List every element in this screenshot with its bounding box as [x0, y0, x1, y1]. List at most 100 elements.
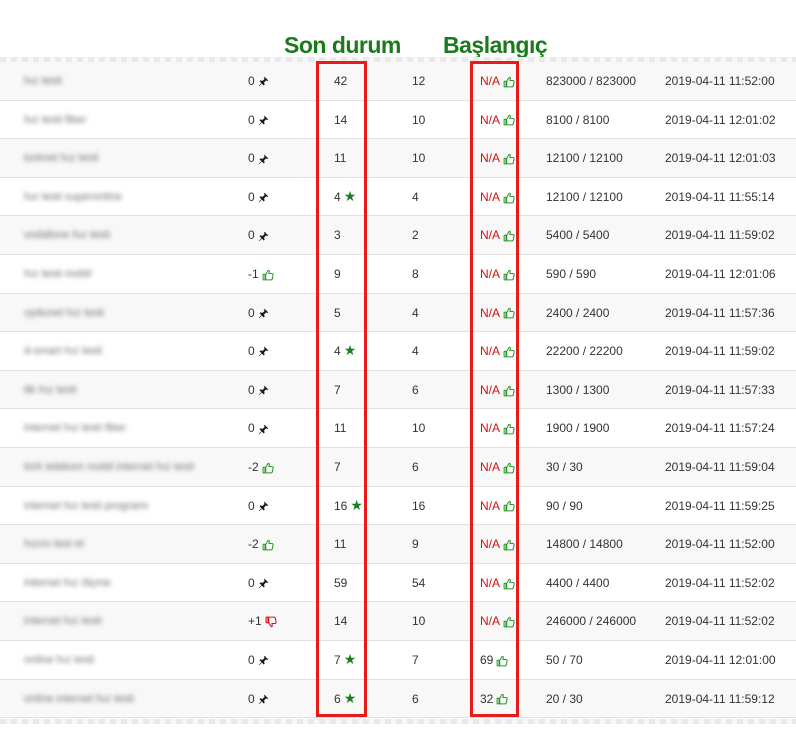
table-row[interactable]: hız testi mobil -1 9 8 N/A 590 / 590 2019-04-1…	[0, 254, 796, 294]
keyword-cell[interactable]: internet hız testi fiber	[24, 409, 126, 447]
rank-change-cell: 0	[248, 487, 269, 525]
pin-icon	[258, 578, 269, 589]
previous-rank-cell: 16	[412, 498, 426, 513]
last-check-date-cell: 2019-04-11 12:01:03	[665, 151, 776, 166]
search-volume-cell: 246000 / 246000	[546, 614, 637, 629]
last-check-date-cell: 2019-04-11 12:01:02	[665, 112, 776, 127]
rank-change-cell: -2	[248, 525, 274, 563]
previous-rank-cell: 4	[412, 344, 419, 359]
last-check-date-cell: 2019-04-11 11:55:14	[665, 189, 775, 204]
rank-change-cell: -1	[248, 255, 274, 293]
keyword-cell[interactable]: ttk hız testi	[24, 371, 77, 409]
table-row[interactable]: internet hız testi fiber 0 11 10 N/A 1900 / 1…	[0, 409, 796, 448]
rank-change-cell: 0	[248, 216, 269, 254]
rank-change-value: 0	[248, 151, 255, 166]
last-check-date-cell: 2019-04-11 12:01:06	[665, 266, 776, 281]
keyword-cell[interactable]: vodafone hız testi	[24, 216, 110, 254]
search-volume-cell: 2400 / 2400	[546, 305, 610, 320]
search-volume-cell: 590 / 590	[546, 266, 597, 281]
table-row[interactable]: hız testi fiber 0 14 10 N/A 8100 / 8100 2019-0…	[0, 100, 796, 140]
keyword-cell[interactable]: hız testi superonline	[24, 178, 122, 216]
rank-change-cell: 0	[248, 62, 269, 100]
keyword-cell[interactable]: türk telekom mobil internet hız testi	[24, 448, 194, 486]
pin-icon	[258, 115, 269, 126]
rank-change-value: -2	[248, 537, 259, 552]
thumbs-up-icon	[262, 269, 274, 281]
previous-rank-cell: 4	[412, 305, 419, 320]
keyword-cell[interactable]: hız testi	[24, 62, 62, 100]
search-volume-cell: 1300 / 1300	[546, 382, 610, 397]
rank-change-cell: 0	[248, 139, 269, 177]
table-row[interactable]: türk telekom mobil internet hız testi -2 7…	[0, 447, 796, 487]
keyword-cell[interactable]: uydunet hız testi	[24, 294, 104, 332]
keyword-cell[interactable]: hızını test et	[24, 525, 84, 563]
previous-rank-cell: 6	[412, 382, 419, 397]
thumbs-down-icon	[265, 616, 277, 628]
search-volume-cell: 90 / 90	[546, 498, 583, 513]
table-row[interactable]: ttk hız testi 0 7 6 N/A 1300 / 1300 2019-04-11…	[0, 370, 796, 410]
table-row[interactable]: internet hız testi programı 0 16 ★ 16 N/A 90 /…	[0, 486, 796, 526]
last-check-date-cell: 2019-04-11 11:52:00	[665, 74, 775, 88]
last-check-date-cell: 2019-04-11 11:59:02	[665, 344, 775, 359]
son-durum-annotation: Son durum	[284, 32, 401, 58]
table-row[interactable]: vodafone hız testi 0 3 2 N/A 5400 / 5400 2019-…	[0, 216, 796, 255]
rank-change-cell: 0	[248, 409, 269, 447]
pin-icon	[258, 655, 269, 666]
search-volume-cell: 22200 / 22200	[546, 344, 623, 359]
table-row[interactable]: online internet hız testi 0 6 ★ 6 32 20 / 30 20…	[0, 679, 796, 719]
search-volume-cell: 1900 / 1900	[546, 421, 610, 436]
last-check-date-cell: 2019-04-11 11:52:02	[665, 614, 775, 629]
pin-icon	[258, 231, 269, 242]
table-row[interactable]: hız testi 0 42 12 N/A 823000 / 823000 2019-04-…	[0, 62, 796, 101]
keyword-cell[interactable]: turknet hız testi	[24, 139, 99, 177]
previous-rank-cell: 9	[412, 537, 419, 552]
table-row[interactable]: online hız testi 0 7 ★ 7 69 50 / 70 2019-04-11 …	[0, 640, 796, 680]
rank-change-cell: 0	[248, 680, 269, 718]
pin-icon	[258, 308, 269, 319]
table-row[interactable]: d-smart hız testi 0 4 ★ 4 N/A 22200 / 22200 201…	[0, 332, 796, 371]
keyword-cell[interactable]: internet hız testi programı	[24, 487, 149, 525]
table-row[interactable]: hızını test et -2 11 9 N/A 14800 / 14800 2019-…	[0, 525, 796, 564]
table-row[interactable]: turknet hız testi 0 11 10 N/A 12100 / 12100 20…	[0, 139, 796, 178]
son-durum-highlight-box	[316, 61, 367, 717]
table-row[interactable]: internet hız ölçme 0 59 54 N/A 4400 / 4400 201…	[0, 563, 796, 603]
rank-change-value: 0	[248, 305, 255, 320]
search-volume-cell: 14800 / 14800	[546, 537, 623, 552]
keyword-cell[interactable]: internet hız testi	[24, 602, 102, 640]
previous-rank-cell: 7	[412, 652, 419, 667]
rank-change-cell: 0	[248, 371, 269, 409]
rank-change-value: 0	[248, 228, 255, 243]
rank-change-cell: -2	[248, 448, 274, 486]
keyword-cell[interactable]: hız testi mobil	[24, 255, 91, 293]
rank-change-value: +1	[248, 614, 262, 629]
last-check-date-cell: 2019-04-11 11:52:02	[665, 575, 775, 590]
last-check-date-cell: 2019-04-11 11:59:02	[665, 228, 775, 243]
previous-rank-cell: 4	[412, 189, 419, 204]
last-check-date-cell: 2019-04-11 11:57:36	[665, 305, 775, 320]
table-row[interactable]: uydunet hız testi 0 5 4 N/A 2400 / 2400 2019-0…	[0, 293, 796, 333]
keyword-cell[interactable]: hız testi fiber	[24, 101, 86, 139]
table-row[interactable]: internet hız testi +1 14 10 N/A 246000 / 2460…	[0, 602, 796, 641]
keyword-cell[interactable]: d-smart hız testi	[24, 332, 102, 370]
rank-change-value: 0	[248, 498, 255, 513]
keyword-cell[interactable]: online hız testi	[24, 641, 94, 679]
rank-change-cell: 0	[248, 641, 269, 679]
table-row[interactable]: hız testi superonline 0 4 ★ 4 N/A 12100 / 1210…	[0, 177, 796, 217]
rank-change-cell: 0	[248, 178, 269, 216]
search-volume-cell: 823000 / 823000	[546, 74, 637, 88]
search-volume-cell: 12100 / 12100	[546, 151, 623, 166]
previous-rank-cell: 10	[412, 614, 426, 629]
rank-change-cell: 0	[248, 101, 269, 139]
previous-rank-cell: 10	[412, 112, 426, 127]
table-bottom-border	[0, 719, 796, 724]
rank-change-value: -2	[248, 459, 259, 474]
previous-rank-cell: 12	[412, 74, 426, 88]
previous-rank-cell: 8	[412, 266, 419, 281]
keyword-cell[interactable]: internet hız ölçme	[24, 564, 111, 602]
thumbs-up-icon	[262, 539, 274, 551]
pin-icon	[258, 346, 269, 357]
pin-icon	[258, 385, 269, 396]
previous-rank-cell: 6	[412, 459, 419, 474]
last-check-date-cell: 2019-04-11 11:59:04	[665, 459, 775, 474]
keyword-cell[interactable]: online internet hız testi	[24, 680, 134, 718]
